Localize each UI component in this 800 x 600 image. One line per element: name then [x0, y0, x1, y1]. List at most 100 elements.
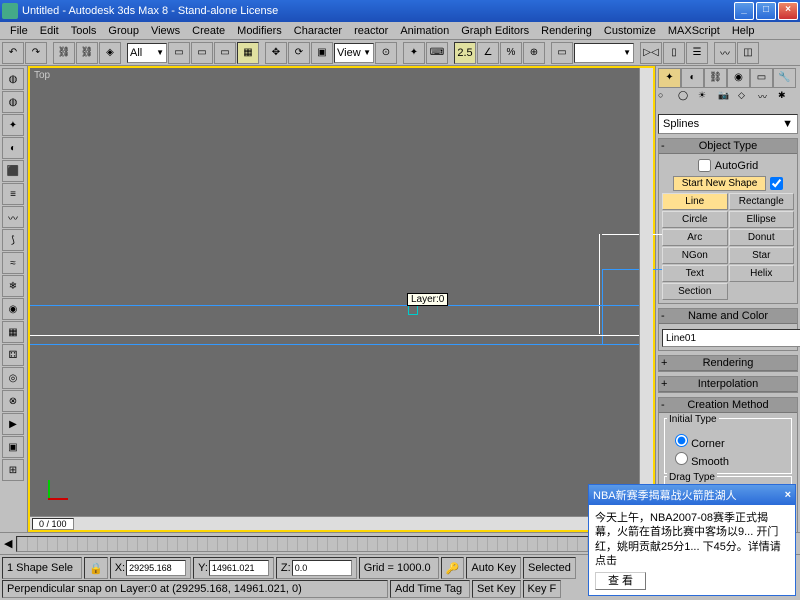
- rt-6[interactable]: ≡: [2, 183, 24, 205]
- layers-button[interactable]: ☰: [686, 42, 708, 64]
- key-icon[interactable]: 🔑: [441, 557, 465, 579]
- tab-hierarchy[interactable]: ⛓: [704, 68, 727, 88]
- undo-button[interactable]: ↶: [2, 42, 24, 64]
- viewport-top[interactable]: Top Layer:0 0 / 100: [28, 66, 655, 532]
- refcoord-combo[interactable]: View▼: [334, 43, 374, 63]
- menu-customize[interactable]: Customize: [598, 25, 662, 37]
- menu-modifiers[interactable]: Modifiers: [231, 25, 288, 37]
- curve-editor-button[interactable]: 〰: [714, 42, 736, 64]
- menu-reactor[interactable]: reactor: [348, 25, 394, 37]
- menu-rendering[interactable]: Rendering: [535, 25, 598, 37]
- move-button[interactable]: ✥: [265, 42, 287, 64]
- link-button[interactable]: ⛓: [53, 42, 75, 64]
- btn-text[interactable]: Text: [662, 265, 728, 282]
- rt-10[interactable]: ❄: [2, 275, 24, 297]
- start-new-shape-check[interactable]: [770, 177, 783, 190]
- lock-button[interactable]: 🔒: [84, 557, 108, 579]
- radio-initial-smooth[interactable]: Smooth: [675, 451, 781, 469]
- snap-button[interactable]: 2.5: [454, 42, 476, 64]
- named-sel-combo[interactable]: ▼: [574, 43, 634, 63]
- keymode-button[interactable]: ⌨: [426, 42, 448, 64]
- tab-motion[interactable]: ◉: [727, 68, 750, 88]
- selected-combo[interactable]: Selected: [523, 557, 576, 579]
- sub-cameras[interactable]: 📷: [718, 90, 738, 108]
- category-dropdown[interactable]: Splines▼: [658, 114, 798, 134]
- sub-systems[interactable]: ✱: [778, 90, 798, 108]
- rt-2[interactable]: ◍: [2, 91, 24, 113]
- btn-line[interactable]: Line: [662, 193, 728, 210]
- select-region-button[interactable]: ▭: [214, 42, 236, 64]
- start-new-shape[interactable]: Start New Shape: [673, 176, 767, 191]
- btn-donut[interactable]: Donut: [729, 229, 795, 246]
- autogrid-check[interactable]: [698, 159, 711, 172]
- menu-edit[interactable]: Edit: [34, 25, 65, 37]
- tab-utilities[interactable]: 🔧: [773, 68, 796, 88]
- redo-button[interactable]: ↷: [25, 42, 47, 64]
- rt-11[interactable]: ◉: [2, 298, 24, 320]
- btn-section[interactable]: Section: [662, 283, 728, 300]
- menu-group[interactable]: Group: [102, 25, 145, 37]
- rt-17[interactable]: ▣: [2, 436, 24, 458]
- rt-18[interactable]: ⊞: [2, 459, 24, 481]
- rt-5[interactable]: ⬛: [2, 160, 24, 182]
- rt-9[interactable]: ≈: [2, 252, 24, 274]
- btn-helix[interactable]: Helix: [729, 265, 795, 282]
- tab-display[interactable]: ▭: [750, 68, 773, 88]
- rt-14[interactable]: ◎: [2, 367, 24, 389]
- sub-spacewarps[interactable]: 〰: [758, 90, 778, 108]
- btn-arc[interactable]: Arc: [662, 229, 728, 246]
- maximize-button[interactable]: □: [756, 2, 776, 20]
- percent-snap-button[interactable]: %: [500, 42, 522, 64]
- rollup-header[interactable]: -Name and Color: [659, 309, 797, 324]
- popup-view-button[interactable]: 查 看: [595, 572, 646, 590]
- window-crossing-button[interactable]: ▦: [237, 42, 259, 64]
- angle-snap-button[interactable]: ∠: [477, 42, 499, 64]
- menu-maxscript[interactable]: MAXScript: [662, 25, 726, 37]
- menu-create[interactable]: Create: [186, 25, 231, 37]
- rt-1[interactable]: ◍: [2, 68, 24, 90]
- object-name-field[interactable]: [662, 329, 800, 347]
- tab-modify[interactable]: ◐: [681, 68, 704, 88]
- viewport-hscroll[interactable]: 0 / 100: [30, 516, 639, 530]
- minimize-button[interactable]: _: [734, 2, 754, 20]
- unlink-button[interactable]: ⛓: [76, 42, 98, 64]
- spinner-snap-button[interactable]: ⊕: [523, 42, 545, 64]
- mirror-button[interactable]: ▷◁: [640, 42, 662, 64]
- menu-animation[interactable]: Animation: [394, 25, 455, 37]
- btn-rectangle[interactable]: Rectangle: [729, 193, 795, 210]
- btn-ellipse[interactable]: Ellipse: [729, 211, 795, 228]
- menu-grapheditors[interactable]: Graph Editors: [455, 25, 535, 37]
- sub-helpers[interactable]: ◇: [738, 90, 758, 108]
- scale-button[interactable]: ▣: [311, 42, 333, 64]
- named-sel-button[interactable]: ▭: [551, 42, 573, 64]
- popup-close-icon[interactable]: ×: [785, 489, 791, 501]
- menu-tools[interactable]: Tools: [65, 25, 103, 37]
- select-button[interactable]: ▭: [168, 42, 190, 64]
- manip-button[interactable]: ✦: [403, 42, 425, 64]
- bind-button[interactable]: ◈: [99, 42, 121, 64]
- btn-circle[interactable]: Circle: [662, 211, 728, 228]
- rt-16[interactable]: ▶: [2, 413, 24, 435]
- radio-initial-corner[interactable]: Corner: [675, 433, 781, 451]
- schematic-button[interactable]: ◫: [737, 42, 759, 64]
- rt-8[interactable]: ⟆: [2, 229, 24, 251]
- rt-12[interactable]: ▦: [2, 321, 24, 343]
- align-button[interactable]: ▯: [663, 42, 685, 64]
- btn-star[interactable]: Star: [729, 247, 795, 264]
- rt-15[interactable]: ⊗: [2, 390, 24, 412]
- menu-file[interactable]: File: [4, 25, 34, 37]
- setkey-button[interactable]: Set Key: [472, 580, 521, 598]
- menu-views[interactable]: Views: [145, 25, 186, 37]
- pivot-button[interactable]: ⊙: [375, 42, 397, 64]
- sub-shapes[interactable]: ◯: [678, 90, 698, 108]
- rotate-button[interactable]: ⟳: [288, 42, 310, 64]
- menu-character[interactable]: Character: [288, 25, 348, 37]
- tab-create[interactable]: ✦: [658, 68, 681, 88]
- rt-7[interactable]: 〰: [2, 206, 24, 228]
- btn-ngon[interactable]: NGon: [662, 247, 728, 264]
- autokey-button[interactable]: Auto Key: [466, 557, 521, 579]
- selection-filter-combo[interactable]: All▼: [127, 43, 167, 63]
- select-name-button[interactable]: ▭: [191, 42, 213, 64]
- rt-4[interactable]: ◐: [2, 137, 24, 159]
- viewport-vscroll[interactable]: [639, 68, 653, 516]
